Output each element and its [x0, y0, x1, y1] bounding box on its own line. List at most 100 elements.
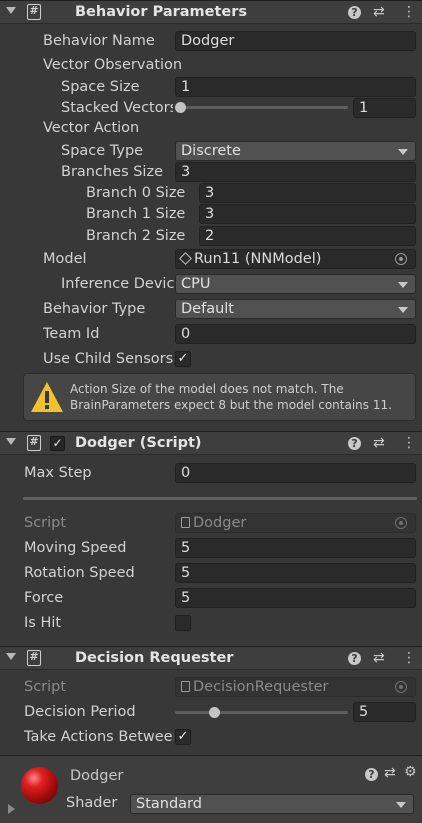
warning-helpbox: Action Size of the model does not match.… [23, 373, 416, 421]
chevron-down-icon [398, 307, 408, 313]
warning-message: Action Size of the model does not match.… [70, 381, 415, 413]
behavior-parameters-title: Behavior Parameters [75, 4, 248, 20]
object-picker-icon[interactable] [395, 253, 407, 265]
warning-line-1: Action Size of the model does not match.… [70, 382, 344, 396]
vector-observation-label: Vector Observation [43, 57, 183, 73]
kebab-menu-icon[interactable]: ⋮ [402, 435, 416, 451]
material-preview-sphere [21, 767, 58, 804]
branch-1-size-label: Branch 1 Size [86, 206, 186, 222]
chevron-down-icon [398, 282, 408, 288]
help-icon[interactable]: ? [365, 768, 378, 781]
is-hit-label: Is Hit [24, 615, 62, 631]
max-step-label: Max Step [24, 465, 92, 481]
decision-period-slider[interactable] [175, 711, 348, 714]
branch-0-size-label: Branch 0 Size [86, 185, 186, 201]
stacked-vectors-input[interactable]: 1 [353, 98, 416, 118]
branch-2-size-input[interactable]: 2 [199, 226, 416, 246]
object-picker-icon [395, 681, 407, 693]
decision-period-slider-thumb[interactable] [209, 707, 220, 718]
nnmodel-icon [179, 252, 192, 265]
is-hit-checkbox[interactable] [175, 615, 191, 631]
branches-size-input[interactable]: 3 [175, 162, 416, 182]
max-step-input[interactable]: 0 [175, 463, 416, 483]
warning-triangle-icon [31, 382, 63, 412]
force-input[interactable]: 5 [175, 588, 416, 608]
inference-device-value: CPU [181, 276, 211, 292]
sliders-icon[interactable]: ⇄ [384, 765, 396, 781]
gear-icon[interactable]: ⚙ [404, 764, 417, 780]
branches-size-label: Branches Size [61, 164, 163, 180]
sliders-icon[interactable]: ⇄ [373, 650, 385, 666]
behavior-type-label: Behavior Type [43, 301, 146, 317]
kebab-menu-icon[interactable]: ⋮ [402, 650, 416, 666]
take-actions-label: Take Actions Between Decisions [24, 729, 174, 745]
script-icon: # [27, 650, 41, 666]
branch-1-size-input[interactable]: 3 [199, 204, 416, 224]
object-picker-icon [395, 517, 407, 529]
use-child-sensors-label: Use Child Sensors [43, 351, 174, 367]
chevron-down-icon[interactable] [6, 438, 16, 445]
model-label: Model [43, 251, 87, 267]
decision-requester-header[interactable]: # Decision Requester ? ⇄ ⋮ [0, 646, 422, 670]
behavior-name-label: Behavior Name [43, 33, 155, 49]
script-label: Script [24, 515, 67, 531]
space-type-dropdown[interactable]: Discrete [175, 141, 416, 161]
stacked-vectors-slider-thumb[interactable] [175, 102, 186, 113]
decision-script-label: Script [24, 679, 67, 695]
space-type-label: Space Type [61, 143, 144, 159]
model-value: Run11 (NNModel) [194, 251, 322, 267]
behavior-name-input[interactable]: Dodger [175, 31, 416, 51]
script-file-icon [181, 681, 190, 692]
script-value: Dodger [193, 515, 247, 531]
shader-dropdown[interactable]: Standard [130, 794, 414, 814]
use-child-sensors-checkbox[interactable]: ✓ [175, 351, 191, 367]
rotation-speed-input[interactable]: 5 [175, 563, 416, 583]
inference-device-label: Inference Device [61, 276, 174, 292]
chevron-down-icon[interactable] [6, 653, 16, 660]
behavior-type-value: Default [181, 301, 234, 317]
warning-line-2: BrainParameters expect 8 but the model c… [70, 398, 392, 412]
chevron-right-icon[interactable] [8, 804, 15, 814]
branch-2-size-label: Branch 2 Size [86, 228, 186, 244]
team-id-input[interactable]: 0 [175, 324, 416, 344]
kebab-menu-icon[interactable]: ⋮ [402, 4, 416, 20]
chevron-down-icon [396, 802, 406, 808]
decision-script-object-field: DecisionRequester [175, 677, 416, 697]
chevron-down-icon [398, 149, 408, 155]
script-icon: # [27, 435, 41, 451]
script-object-field: Dodger [175, 513, 416, 533]
stacked-vectors-slider[interactable] [180, 106, 348, 109]
help-icon[interactable]: ? [348, 652, 361, 665]
material-name: Dodger [70, 768, 124, 784]
moving-speed-label: Moving Speed [24, 540, 127, 556]
vector-action-label: Vector Action [43, 120, 140, 136]
sliders-icon[interactable]: ⇄ [373, 4, 385, 20]
decision-period-label: Decision Period [24, 704, 136, 720]
behavior-parameters-header[interactable]: # Behavior Parameters ? ⇄ ⋮ [0, 0, 422, 24]
dodger-script-title: Dodger (Script) [75, 435, 202, 451]
space-size-input[interactable]: 1 [175, 77, 416, 97]
sliders-icon[interactable]: ⇄ [373, 435, 385, 451]
script-file-icon [181, 517, 190, 528]
decision-period-input[interactable]: 5 [353, 702, 416, 722]
branch-0-size-input[interactable]: 3 [199, 183, 416, 203]
dodger-enabled-checkbox[interactable]: ✓ [50, 436, 65, 451]
space-size-label: Space Size [61, 79, 140, 95]
inference-device-dropdown[interactable]: CPU [175, 274, 416, 294]
help-icon[interactable]: ? [348, 437, 361, 450]
shader-value: Standard [136, 796, 202, 812]
force-label: Force [24, 590, 64, 606]
model-object-field[interactable]: Run11 (NNModel) [175, 249, 416, 269]
section-separator [23, 497, 417, 500]
chevron-down-icon[interactable] [6, 7, 16, 14]
material-section: Dodger ? ⇄ ⚙ Shader Standard [0, 755, 422, 823]
stacked-vectors-label: Stacked Vectors [61, 100, 173, 116]
rotation-speed-label: Rotation Speed [24, 565, 135, 581]
decision-requester-title: Decision Requester [75, 650, 234, 666]
shader-label: Shader [66, 795, 118, 811]
dodger-script-header[interactable]: # ✓ Dodger (Script) ? ⇄ ⋮ [0, 431, 422, 455]
help-icon[interactable]: ? [348, 6, 361, 19]
take-actions-checkbox[interactable]: ✓ [175, 729, 191, 745]
moving-speed-input[interactable]: 5 [175, 538, 416, 558]
behavior-type-dropdown[interactable]: Default [175, 299, 416, 319]
